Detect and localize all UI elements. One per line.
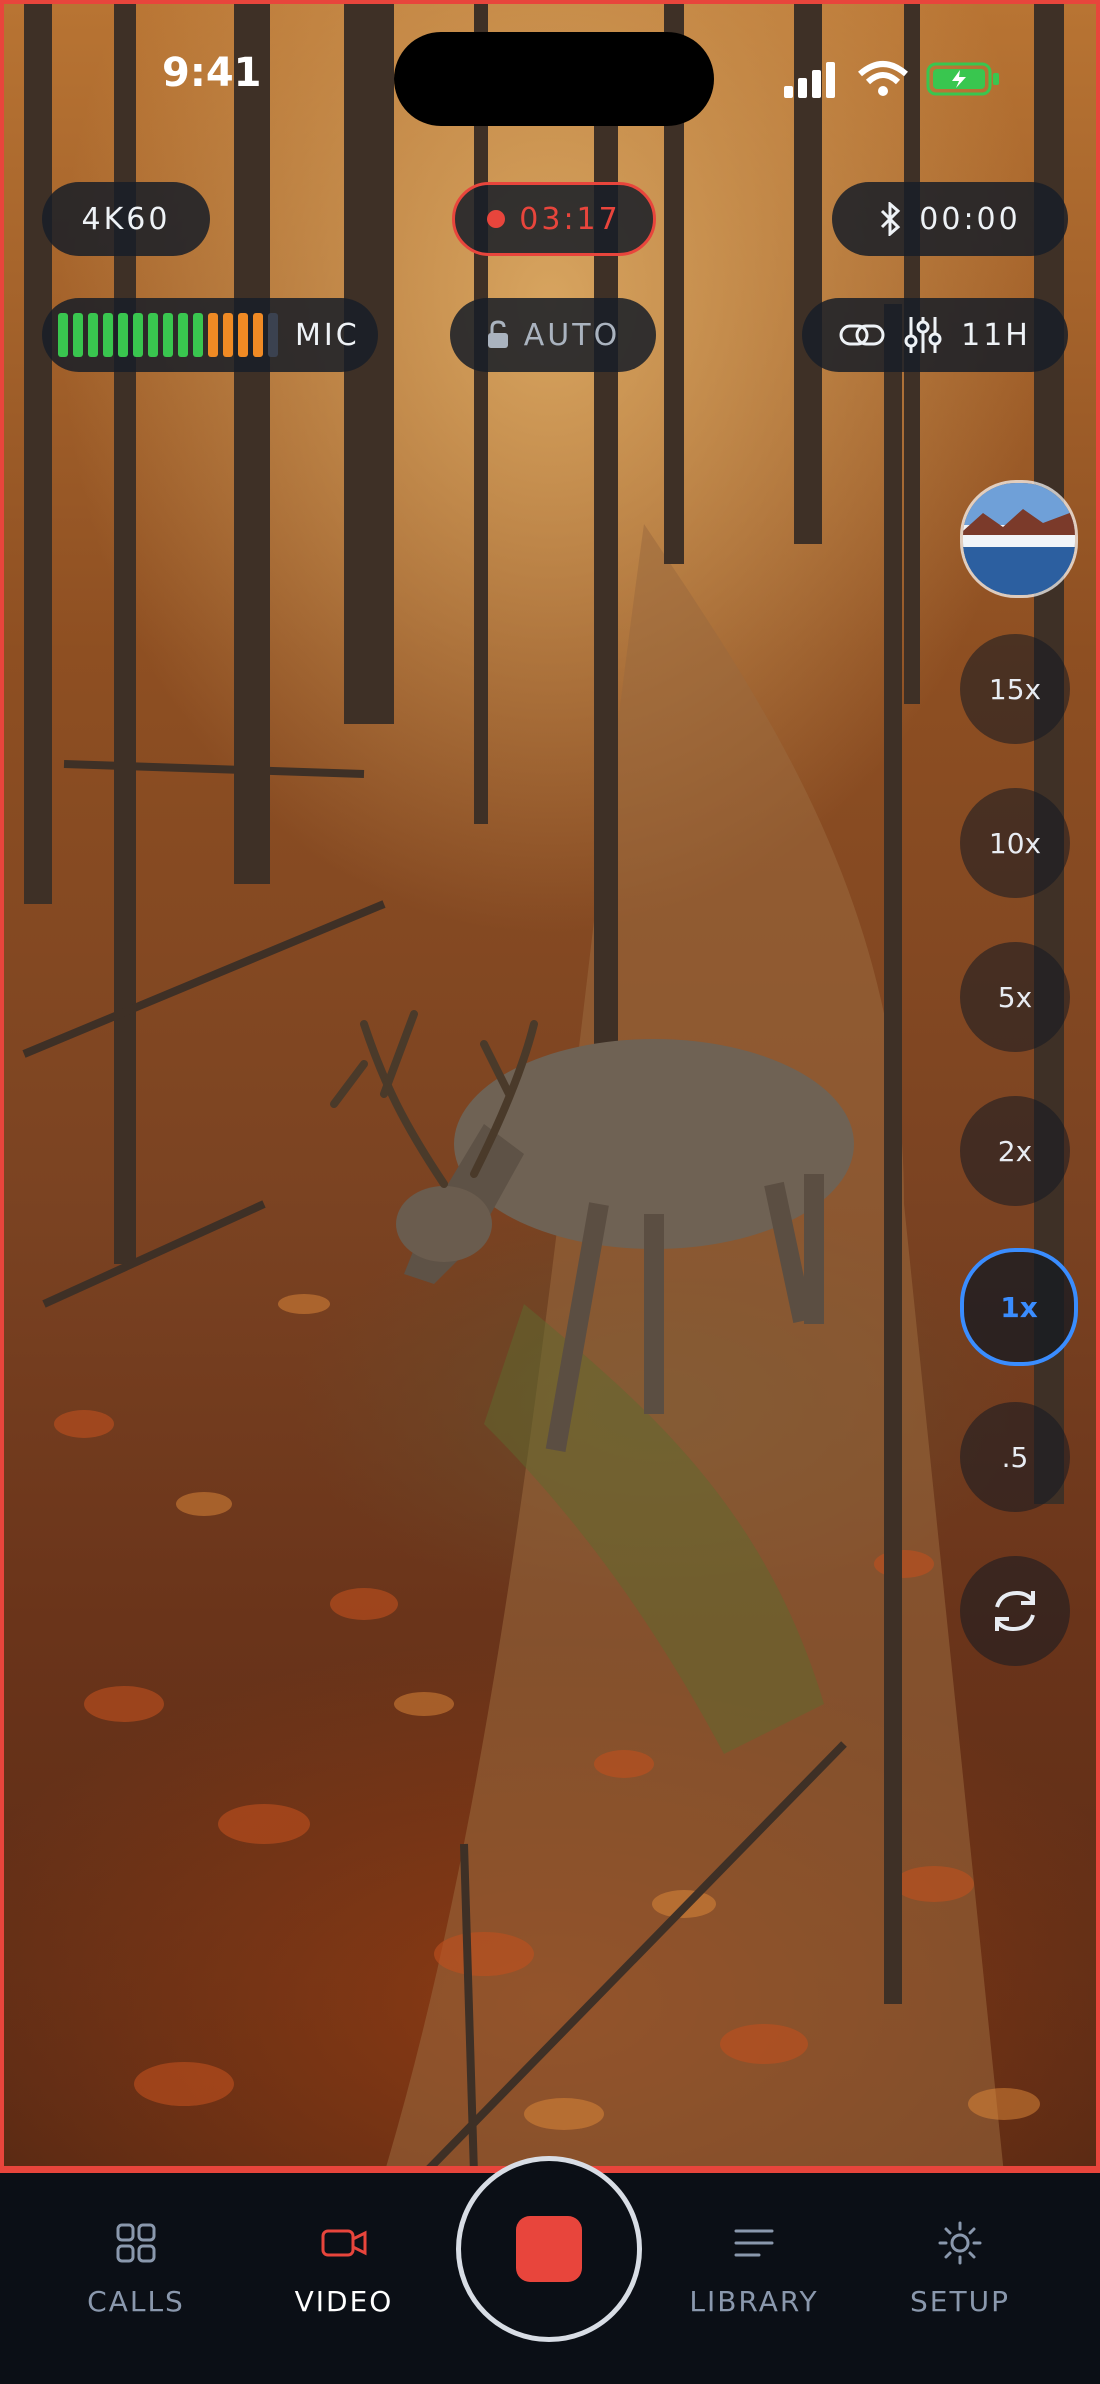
bluetooth-timer-value: 00:00 <box>919 201 1021 237</box>
last-capture-thumbnail[interactable] <box>960 480 1078 598</box>
stop-square-icon <box>516 2216 582 2282</box>
sliders-icon <box>904 317 942 353</box>
mic-label: MIC <box>295 317 360 353</box>
tab-video[interactable]: VIDEO <box>254 2215 434 2318</box>
unlocked-padlock-icon <box>487 320 508 348</box>
bluetooth-timer[interactable]: 00:00 <box>832 182 1068 256</box>
tab-library[interactable]: LIBRARY <box>664 2215 844 2318</box>
cellular-signal-icon <box>784 62 835 98</box>
camera-viewfinder[interactable]: 9:41 4K60 03:17 00:00 MIC AUTO 11H 15x 1… <box>0 0 1100 2170</box>
mic-level-bar <box>268 313 278 357</box>
mic-level-bar <box>58 313 68 357</box>
flip-camera-button[interactable] <box>960 1556 1070 1666</box>
list-icon <box>734 2229 774 2257</box>
tab-calls[interactable]: CALLS <box>46 2215 226 2318</box>
mic-level-bar <box>208 313 218 357</box>
hours-label: 11H <box>961 317 1031 353</box>
recording-time: 03:17 <box>519 201 621 237</box>
tab-label: VIDEO <box>294 2285 394 2318</box>
flip-camera-icon <box>995 1590 1035 1632</box>
settings-status[interactable]: 11H <box>802 298 1068 372</box>
mic-level-bar <box>253 313 263 357</box>
zoom-label: .5 <box>1001 1440 1029 1474</box>
zoom-10x-button[interactable]: 10x <box>960 788 1070 898</box>
resolution-label: 4K60 <box>81 201 171 237</box>
zoom-1x-button[interactable]: 1x <box>960 1248 1078 1366</box>
mic-level-bar <box>133 313 143 357</box>
record-stop-button[interactable] <box>456 2156 642 2342</box>
recording-timer: 03:17 <box>452 182 656 256</box>
exposure-mode: AUTO <box>523 317 621 353</box>
video-camera-icon <box>321 2229 367 2257</box>
resolution-badge[interactable]: 4K60 <box>42 182 210 256</box>
exposure-lock-button[interactable]: AUTO <box>450 298 656 372</box>
status-bar-time: 9:41 <box>162 50 262 96</box>
mic-level-bar <box>148 313 158 357</box>
tab-label: CALLS <box>87 2285 185 2318</box>
zoom-label: 2x <box>997 1134 1033 1168</box>
mic-level-bar <box>73 313 83 357</box>
zoom-label: 5x <box>997 980 1033 1014</box>
mic-level-bar <box>178 313 188 357</box>
mic-level-bar <box>163 313 173 357</box>
zoom-15x-button[interactable]: 15x <box>960 634 1070 744</box>
mic-level-bar <box>193 313 203 357</box>
mic-level-bar <box>103 313 113 357</box>
gear-icon <box>938 2221 982 2265</box>
grid-icon <box>116 2223 156 2263</box>
bluetooth-icon <box>881 202 901 236</box>
mic-level-bar <box>238 313 248 357</box>
camera-screen: 9:41 4K60 03:17 00:00 MIC AUTO 11H 15x 1… <box>0 0 1100 2384</box>
mic-level-bar <box>223 313 233 357</box>
dynamic-island <box>394 32 714 126</box>
zoom-label: 15x <box>988 672 1042 706</box>
link-icon <box>839 324 885 346</box>
tab-label: SETUP <box>910 2285 1010 2318</box>
tab-setup[interactable]: SETUP <box>870 2215 1050 2318</box>
mic-level-bar <box>118 313 128 357</box>
recording-dot-icon <box>487 210 506 228</box>
zoom-label: 10x <box>988 826 1042 860</box>
mic-level-meter[interactable]: MIC <box>42 298 378 372</box>
thumbnail-image <box>963 483 1075 595</box>
zoom-2x-button[interactable]: 2x <box>960 1096 1070 1206</box>
mic-level-bar <box>88 313 98 357</box>
battery-icon <box>926 62 999 96</box>
mic-level-bars <box>58 313 283 357</box>
zoom-0-5x-button[interactable]: .5 <box>960 1402 1070 1512</box>
zoom-label: 1x <box>1000 1290 1038 1324</box>
wifi-icon <box>858 61 908 96</box>
tab-label: LIBRARY <box>689 2285 819 2318</box>
zoom-5x-button[interactable]: 5x <box>960 942 1070 1052</box>
